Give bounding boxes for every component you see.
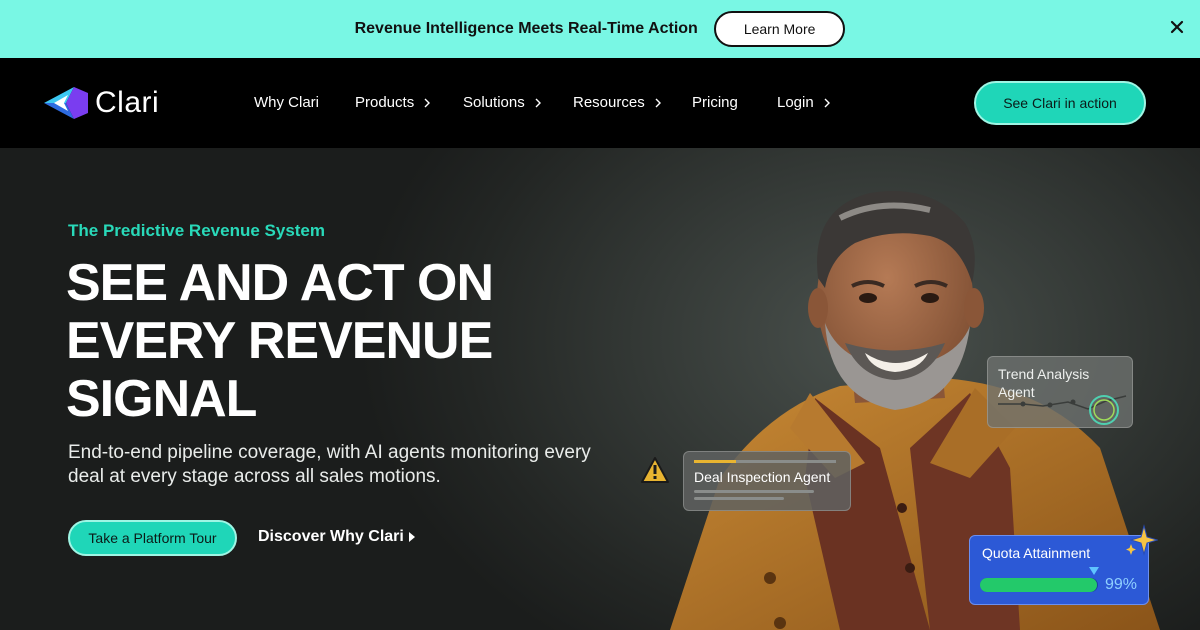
chevron-right-icon (655, 98, 661, 107)
nav-item-why-clari[interactable]: Why Clari (254, 94, 319, 111)
clari-logo-icon (44, 87, 88, 119)
hero-section: The Predictive Revenue System SEE AND AC… (0, 148, 1200, 630)
hero-eyebrow: The Predictive Revenue System (68, 221, 326, 240)
headline-line: EVERY REVENUE (66, 312, 493, 370)
quota-attainment-card: Quota Attainment 99% (969, 535, 1149, 605)
chevron-right-icon (824, 98, 830, 107)
nav-item-label: Resources (573, 94, 645, 111)
trend-analysis-card: Trend Analysis Agent (987, 356, 1133, 428)
nav-item-label: Login (777, 94, 814, 111)
main-nav: Clari Why Clari Products Solutions Resou… (0, 58, 1200, 148)
nav-item-login[interactable]: Login (777, 94, 831, 111)
deal-progress-track (736, 460, 836, 463)
logo[interactable]: Clari (44, 83, 159, 123)
sparkle-icon (1126, 524, 1158, 556)
nav-item-resources[interactable]: Resources (573, 94, 662, 111)
deal-detail-line (694, 490, 814, 493)
nav-item-pricing[interactable]: Pricing (692, 94, 738, 111)
hero-subhead: End-to-end pipeline coverage, with AI ag… (68, 442, 591, 487)
deal-progress-accent (694, 460, 736, 463)
nav-item-products[interactable]: Products (355, 94, 431, 111)
quota-marker-icon (1089, 567, 1099, 575)
deal-card-title: Deal Inspection Agent (694, 469, 831, 485)
headline-line: SEE AND ACT ON (66, 254, 494, 312)
nav-item-label: Solutions (463, 94, 525, 111)
close-icon[interactable] (1166, 16, 1188, 38)
take-platform-tour-button[interactable]: Take a Platform Tour (68, 520, 237, 556)
headline-line: SIGNAL (66, 370, 257, 428)
hero-headline: SEE AND ACT ON EVERY REVENUE SIGNAL (66, 254, 626, 428)
discover-link-label: Discover Why Clari (258, 528, 404, 545)
deal-inspection-card: Deal Inspection Agent (683, 451, 851, 511)
chevron-right-icon (535, 98, 541, 107)
nav-item-label: Why Clari (254, 94, 320, 111)
nav-item-label: Pricing (692, 94, 738, 111)
trend-line-icon (998, 395, 1127, 425)
see-clari-in-action-button[interactable]: See Clari in action (974, 81, 1146, 125)
quota-card-title: Quota Attainment (982, 545, 1091, 561)
discover-why-clari-link[interactable]: Discover Why Clari (258, 528, 415, 546)
learn-more-button[interactable]: Learn More (713, 11, 846, 47)
announcement-banner: Revenue Intelligence Meets Real-Time Act… (0, 0, 1200, 58)
deal-detail-line (694, 497, 784, 500)
play-triangle-icon (408, 532, 415, 542)
nav-item-label: Products (355, 94, 415, 111)
quota-percent: 99% (1105, 576, 1138, 593)
logo-text: Clari (95, 86, 160, 119)
banner-text: Revenue Intelligence Meets Real-Time Act… (354, 20, 698, 37)
quota-progress-fill (980, 578, 1097, 592)
warning-icon (641, 457, 669, 483)
nav-item-solutions[interactable]: Solutions (463, 94, 542, 111)
chevron-right-icon (424, 98, 431, 107)
quota-progress-bar (980, 578, 1098, 592)
